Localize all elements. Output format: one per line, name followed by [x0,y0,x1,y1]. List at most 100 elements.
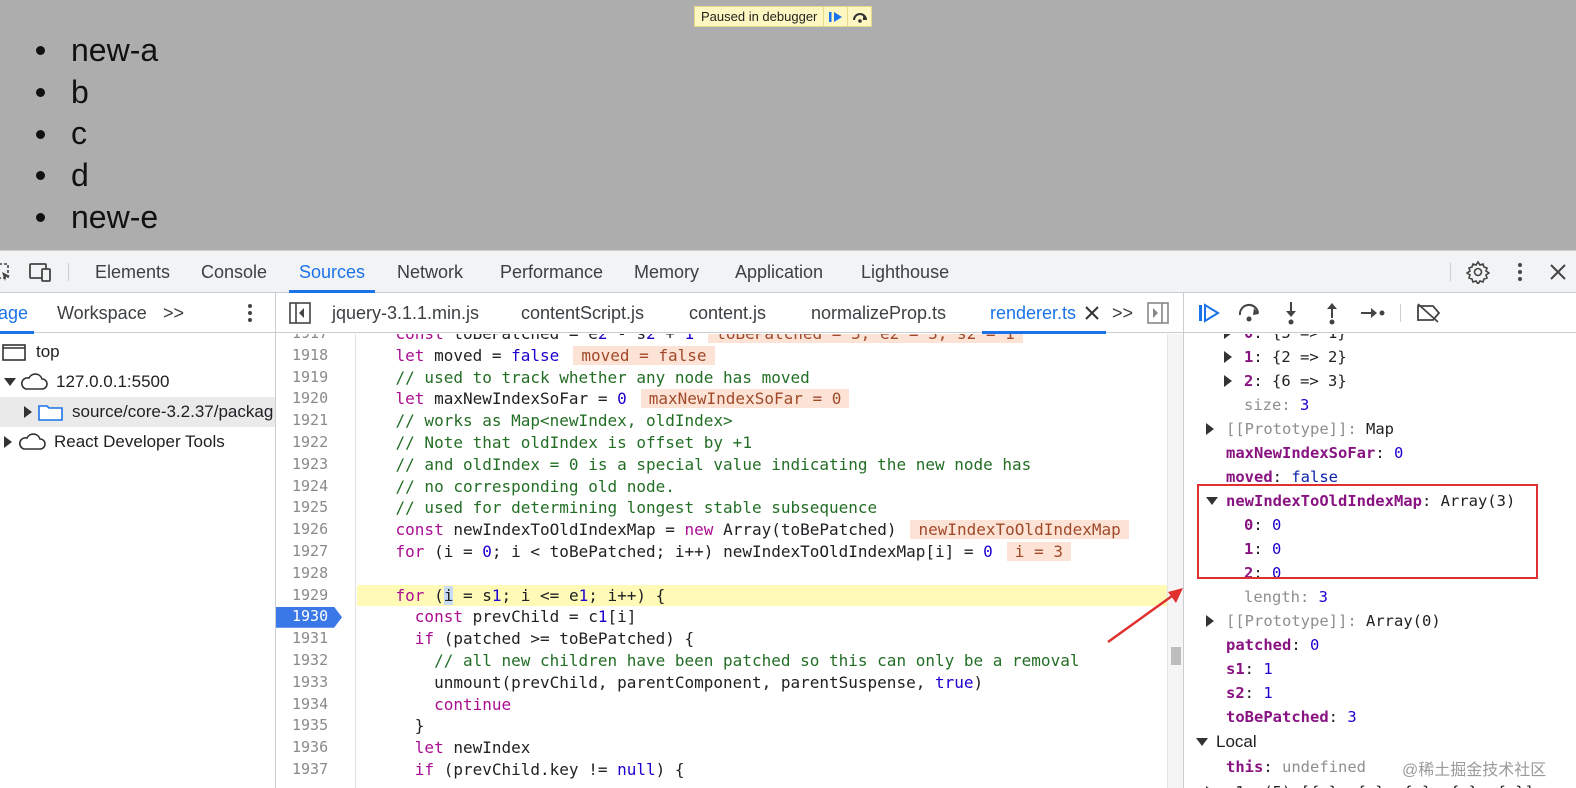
scope-property[interactable]: 0: {5 => 1} [1224,334,1347,345]
code-line[interactable]: } [357,715,1167,737]
file-tab-jquery[interactable]: jquery-3.1.1.min.js [332,293,479,333]
tab-sources[interactable]: Sources [288,251,376,293]
line-number[interactable]: 1937 [276,759,356,781]
tree-item-source-folder[interactable]: source/core-3.2.37/packag [0,397,275,427]
editor-scrollbar[interactable] [1167,334,1183,788]
line-number[interactable]: 1934 [276,694,356,716]
collapse-arrow-icon[interactable] [1206,615,1214,627]
settings-gear-icon[interactable] [1466,260,1490,284]
resume-button[interactable] [823,7,847,26]
tree-item-localhost[interactable]: 127.0.0.1:5500 [4,367,169,397]
resume-button[interactable] [1196,301,1222,325]
code-line[interactable]: if (prevChild.key != null) { [357,759,1167,781]
tree-item-top[interactable]: top [2,337,60,367]
tab-workspace[interactable]: Workspace [57,293,147,333]
scope-property[interactable]: 2: {6 => 3} [1224,369,1347,393]
tab-memory[interactable]: Memory [634,251,699,293]
line-number[interactable]: 1923 [276,454,356,476]
line-number[interactable]: 1919 [276,367,356,389]
tab-lighthouse[interactable]: Lighthouse [861,251,949,293]
code-line[interactable]: for (i = 0; i < toBePatched; i++) newInd… [357,541,1167,563]
scope-property[interactable]: 1: {2 => 2} [1224,345,1347,369]
code-line[interactable]: // works as Map<newIndex, oldIndex> [357,410,1167,432]
scope-property[interactable]: c1: (5) [{…}, {…}, {…}, {…}, {…}] [1206,780,1534,788]
tab-application[interactable]: Application [735,251,823,293]
scope-property[interactable]: maxNewIndexSoFar: 0 [1226,441,1403,465]
line-number[interactable]: 1918 [276,345,356,367]
file-tab-renderer[interactable]: renderer.ts [981,293,1107,334]
code-line[interactable]: let moved = false moved = false [357,345,1167,367]
code-line[interactable]: unmount(prevChild, parentComponent, pare… [357,672,1167,694]
file-tabs-more[interactable]: >> [1112,293,1133,333]
scope-property[interactable]: length: 3 [1244,585,1328,609]
scrollbar-thumb[interactable] [1171,647,1181,665]
code-line[interactable]: // all new children have been patched so… [357,650,1167,672]
toggle-navigator-icon[interactable] [288,301,312,325]
code-line[interactable]: const newIndexToOldIndexMap = new Array(… [357,519,1167,541]
step-button[interactable] [1360,301,1386,325]
tab-page[interactable]: age [0,293,35,334]
line-number[interactable]: 1924 [276,476,356,498]
line-number[interactable]: 1917 [276,334,356,345]
code-line[interactable]: const prevChild = c1[i] [357,606,1167,628]
inspect-element-icon[interactable] [0,260,14,284]
scope-property[interactable]: size: 3 [1244,393,1309,417]
line-number[interactable]: 1928 [276,563,356,585]
line-number[interactable]: 1935 [276,715,356,737]
code-line[interactable]: let maxNewIndexSoFar = 0 maxNewIndexSoFar… [357,388,1167,410]
code-line[interactable]: const toBePatched = e2 - s2 + 1toBePatch… [357,334,1167,345]
code-line[interactable]: for (i = s1; i <= e1; i++) { [357,584,1167,607]
deactivate-breakpoints-button[interactable] [1416,301,1442,325]
scope-property[interactable]: patched: 0 [1226,633,1319,657]
line-number-gutter[interactable]: 1917191819191920192119221923192419251926… [276,334,356,788]
line-number[interactable]: 1922 [276,432,356,454]
code-line[interactable]: // no corresponding old node. [357,476,1167,498]
navigator-menu-icon[interactable] [238,301,262,325]
tree-item-react-devtools[interactable]: React Developer Tools [4,427,225,457]
toggle-debugger-sidebar-icon[interactable] [1146,301,1170,325]
more-options-icon[interactable] [1508,260,1532,284]
line-number[interactable]: 1927 [276,541,356,563]
file-tab-contentscript[interactable]: contentScript.js [521,293,644,333]
collapse-arrow-icon[interactable] [1206,423,1214,435]
scope-property[interactable]: [[Prototype]]: Map [1206,417,1394,441]
code-view[interactable]: 1917191819191920192119221923192419251926… [276,334,1183,788]
file-tab-normalizeprop[interactable]: normalizeProp.ts [811,293,946,333]
file-tab-content[interactable]: content.js [689,293,766,333]
device-toolbar-icon[interactable] [29,260,53,284]
code-line[interactable] [357,563,1167,585]
collapse-arrow-icon[interactable] [1224,375,1232,387]
code-line[interactable]: // used to track whether any node has mo… [357,367,1167,389]
code-line[interactable]: let newIndex [357,737,1167,759]
line-number[interactable]: 1931 [276,628,356,650]
line-number[interactable]: 1925 [276,497,356,519]
step-over-button[interactable] [1236,301,1262,325]
scope-property[interactable]: s2: 1 [1226,681,1273,705]
step-over-button[interactable] [847,7,871,26]
line-number[interactable]: 1933 [276,672,356,694]
scope-property[interactable]: toBePatched: 3 [1226,705,1357,729]
scope-property[interactable]: this: undefined [1226,755,1366,779]
line-number[interactable]: 1926 [276,519,356,541]
tab-network[interactable]: Network [397,251,463,293]
collapse-arrow-icon[interactable] [1224,334,1232,339]
tab-console[interactable]: Console [201,251,267,293]
code-line[interactable]: // used for determining longest stable s… [357,497,1167,519]
expand-arrow-icon[interactable] [1196,738,1208,746]
collapse-arrow-icon[interactable] [1224,351,1232,363]
line-number[interactable]: 1921 [276,410,356,432]
line-number[interactable]: 1920 [276,388,356,410]
line-number[interactable]: 1932 [276,650,356,672]
code-line[interactable]: // and oldIndex = 0 is a special value i… [357,454,1167,476]
tab-elements[interactable]: Elements [95,251,170,293]
line-number[interactable]: 1929 [276,585,356,607]
step-into-button[interactable] [1278,301,1304,325]
close-tab-icon[interactable] [1085,306,1099,325]
line-number[interactable]: 1936 [276,737,356,759]
close-devtools-icon[interactable] [1546,260,1570,284]
scope-section-local[interactable]: Local [1196,730,1257,754]
tab-performance[interactable]: Performance [500,251,603,293]
scope-property[interactable]: s1: 1 [1226,657,1273,681]
line-number[interactable]: 1930 [276,606,356,628]
scope-property[interactable]: [[Prototype]]: Array(0) [1206,609,1441,633]
